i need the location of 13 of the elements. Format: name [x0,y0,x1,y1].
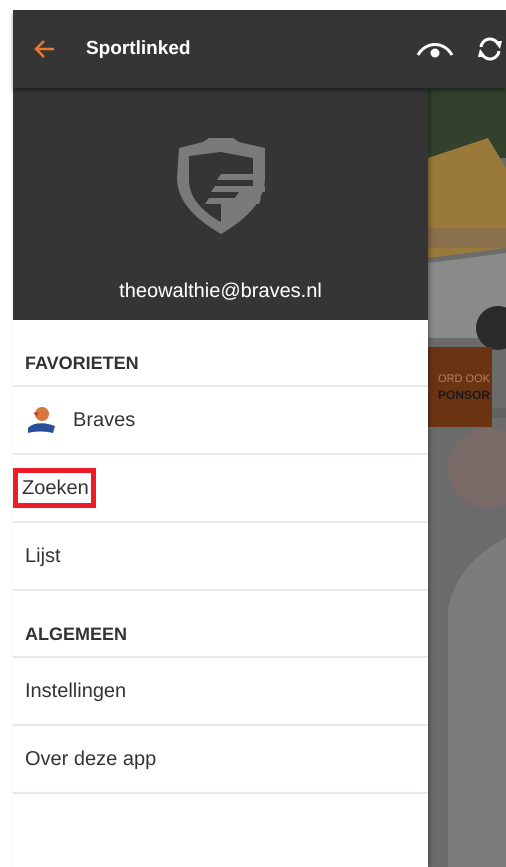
banner-text: PONSOR [438,387,490,403]
section-heading: FAVORIETEN [25,352,139,375]
shield-icon [174,138,266,234]
app-title: Sportlinked [86,36,191,61]
menu-item[interactable]: Lijst [20,536,66,576]
menu-item[interactable]: Instellingen [20,671,132,711]
club-logo-icon [25,404,57,436]
menu-item[interactable]: Over deze app [20,739,162,779]
banner-text: ORD OOK [438,372,490,387]
section-heading: ALGEMEEN [25,623,128,646]
menu-item[interactable]: Braves [68,400,140,440]
user-email: theowalthie@braves.nl [119,279,322,304]
menu-item[interactable]: Zoeken [13,468,96,508]
